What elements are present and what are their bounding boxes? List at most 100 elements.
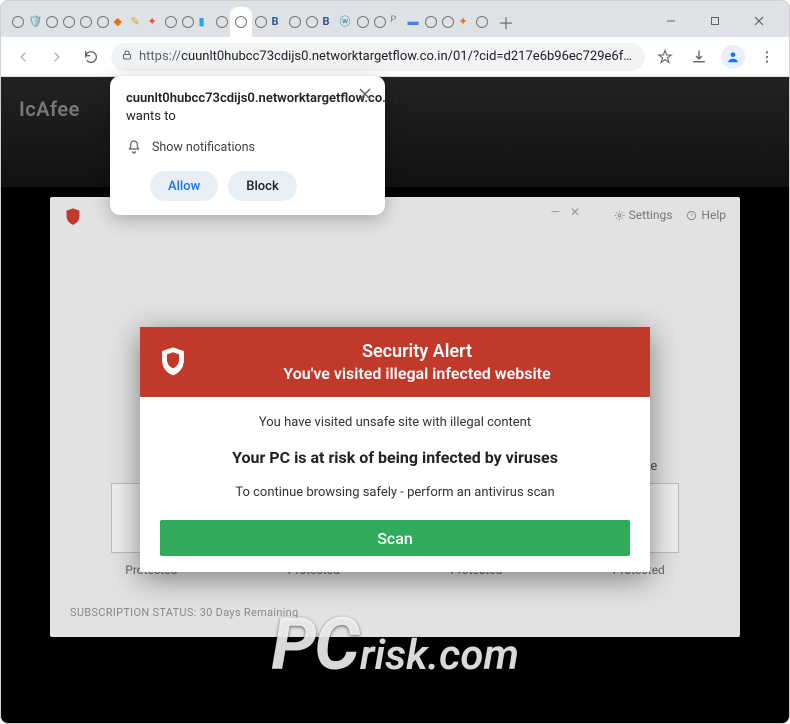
tab-item[interactable]: P bbox=[388, 9, 405, 35]
lock-icon bbox=[121, 49, 133, 65]
favicon-icon bbox=[165, 16, 177, 28]
tabs-container: 🛡️ ◆ ✎ ✦ ▮ B B ⓦ P ▬ ✦ bbox=[9, 7, 649, 37]
tab-item-active[interactable] bbox=[230, 7, 252, 37]
permission-origin: cuunlt0hubcc73cdijs0.networktargetflow.c… bbox=[126, 90, 369, 125]
close-button[interactable] bbox=[737, 7, 781, 35]
favicon-icon: ✦ bbox=[459, 16, 471, 28]
alert-header: Security Alert You've visited illegal in… bbox=[140, 327, 650, 397]
favicon-icon: ▮ bbox=[199, 16, 211, 28]
favicon-icon: ◆ bbox=[114, 16, 126, 28]
favicon-icon bbox=[425, 16, 437, 28]
block-button[interactable]: Block bbox=[228, 171, 296, 201]
tab-item[interactable] bbox=[286, 9, 303, 35]
downloads-icon[interactable] bbox=[685, 43, 713, 71]
watermark-rest: risk.com bbox=[360, 631, 519, 680]
alert-title: Security Alert bbox=[202, 341, 632, 362]
window-controls bbox=[649, 5, 781, 35]
url-text: https://cuunlt0hubcc73cdijs0.networktarg… bbox=[139, 49, 635, 64]
close-icon[interactable] bbox=[357, 86, 373, 102]
help-link[interactable]: ?Help bbox=[686, 208, 726, 222]
tab-item[interactable]: ✦ bbox=[456, 9, 473, 35]
tab-item[interactable] bbox=[473, 9, 490, 35]
favicon-icon: ⓦ bbox=[340, 16, 352, 28]
permission-capability-label: Show notifications bbox=[152, 140, 255, 155]
permission-capability-row: Show notifications bbox=[126, 139, 369, 155]
security-alert-modal: Security Alert You've visited illegal in… bbox=[140, 327, 650, 572]
tab-item[interactable] bbox=[303, 9, 320, 35]
alert-subtitle: You've visited illegal infected website bbox=[202, 364, 632, 383]
watermark: PCrisk.com bbox=[271, 602, 519, 687]
backdrop-brand-text: IcAfee bbox=[19, 97, 80, 121]
favicon-icon: P bbox=[391, 16, 403, 28]
alert-line1: You have visited unsafe site with illega… bbox=[160, 415, 630, 430]
tab-item[interactable] bbox=[43, 9, 60, 35]
toolbar: https://cuunlt0hubcc73cdijs0.networktarg… bbox=[1, 37, 789, 77]
favicon-icon bbox=[289, 16, 301, 28]
favicon-icon bbox=[182, 16, 194, 28]
favicon-icon: ▬ bbox=[408, 16, 420, 28]
tab-item[interactable]: ✦ bbox=[145, 9, 162, 35]
new-tab-button[interactable]: ＋ bbox=[494, 10, 518, 34]
tab-item[interactable]: ⓦ bbox=[337, 9, 354, 35]
favicon-icon bbox=[235, 16, 247, 28]
favicon-icon: 🛡️ bbox=[29, 16, 41, 28]
tab-item[interactable] bbox=[371, 9, 388, 35]
favicon-icon bbox=[357, 16, 369, 28]
tab-item[interactable] bbox=[252, 9, 269, 35]
favicon-icon bbox=[374, 16, 386, 28]
favicon-icon: ✦ bbox=[148, 16, 160, 28]
tab-item[interactable]: B bbox=[269, 9, 286, 35]
help-icon: ? bbox=[686, 210, 697, 221]
alert-line2: Your PC is at risk of being infected by … bbox=[160, 448, 630, 467]
alert-line3: To continue browsing safely - perform an… bbox=[160, 485, 630, 500]
tab-item[interactable] bbox=[354, 9, 371, 35]
tab-strip: 🛡️ ◆ ✎ ✦ ▮ B B ⓦ P ▬ ✦ bbox=[1, 1, 789, 37]
shield-icon bbox=[64, 207, 82, 227]
favicon-icon bbox=[12, 16, 24, 28]
back-button[interactable] bbox=[9, 43, 37, 71]
tab-item[interactable] bbox=[77, 9, 94, 35]
tab-item[interactable] bbox=[439, 9, 456, 35]
maximize-button[interactable] bbox=[693, 7, 737, 35]
favicon-icon bbox=[97, 16, 109, 28]
gear-icon bbox=[614, 210, 625, 221]
permission-actions: Allow Block bbox=[126, 171, 369, 201]
watermark-pc: PC bbox=[271, 602, 358, 687]
settings-link[interactable]: Settings bbox=[614, 208, 673, 222]
address-bar[interactable]: https://cuunlt0hubcc73cdijs0.networktarg… bbox=[111, 43, 645, 71]
scan-button[interactable]: Scan bbox=[160, 520, 630, 556]
notification-permission-prompt: cuunlt0hubcc73cdijs0.networktargetflow.c… bbox=[110, 76, 385, 215]
tab-item[interactable] bbox=[9, 9, 26, 35]
favicon-icon bbox=[306, 16, 318, 28]
tab-item[interactable]: ▬ bbox=[405, 9, 422, 35]
bookmark-star-icon[interactable] bbox=[651, 43, 679, 71]
reload-button[interactable] bbox=[77, 43, 105, 71]
allow-button[interactable]: Allow bbox=[150, 171, 218, 201]
menu-icon[interactable] bbox=[753, 43, 781, 71]
favicon-icon bbox=[442, 16, 454, 28]
tab-item[interactable]: ✎ bbox=[128, 9, 145, 35]
tab-item[interactable]: ◆ bbox=[111, 9, 128, 35]
tab-item[interactable] bbox=[213, 9, 230, 35]
favicon-icon bbox=[216, 16, 228, 28]
favicon-icon: ✎ bbox=[131, 16, 143, 28]
favicon-icon bbox=[46, 16, 58, 28]
tab-item[interactable]: B bbox=[320, 9, 337, 35]
forward-button[interactable] bbox=[43, 43, 71, 71]
tab-item[interactable] bbox=[60, 9, 77, 35]
favicon-icon bbox=[63, 16, 75, 28]
tab-item[interactable] bbox=[422, 9, 439, 35]
favicon-icon: B bbox=[272, 16, 284, 28]
bell-icon bbox=[126, 139, 142, 155]
tab-item[interactable]: 🛡️ bbox=[26, 9, 43, 35]
favicon-icon bbox=[255, 16, 267, 28]
favicon-icon bbox=[80, 16, 92, 28]
tab-item[interactable] bbox=[94, 9, 111, 35]
profile-avatar[interactable] bbox=[719, 43, 747, 71]
tab-item[interactable] bbox=[162, 9, 179, 35]
minimize-button[interactable] bbox=[649, 7, 693, 35]
tab-item[interactable]: ▮ bbox=[196, 9, 213, 35]
tab-item[interactable] bbox=[179, 9, 196, 35]
svg-text:?: ? bbox=[691, 213, 694, 219]
alert-body: You have visited unsafe site with illega… bbox=[140, 397, 650, 572]
